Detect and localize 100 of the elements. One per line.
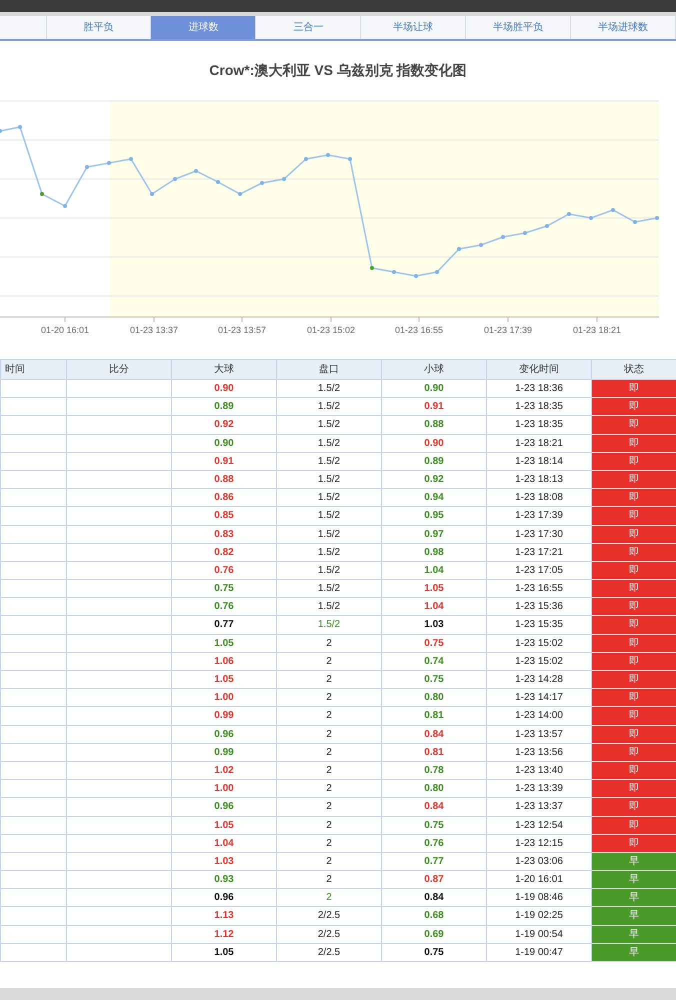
over-odds: 0.96 — [214, 801, 234, 812]
over-odds: 0.88 — [214, 474, 234, 485]
change-time: 1-23 15:02 — [515, 638, 563, 649]
under-odds: 0.77 — [424, 856, 444, 867]
under-odds: 0.90 — [424, 438, 444, 449]
column-header: 状态 — [592, 360, 676, 380]
status-badge: 即 — [592, 634, 676, 653]
under-odds: 0.74 — [424, 656, 444, 667]
handicap-line: 2 — [326, 801, 332, 812]
column-header: 比分 — [67, 360, 172, 380]
handicap-line: 1.5/2 — [318, 546, 340, 558]
change-time: 1-23 13:40 — [515, 764, 563, 776]
change-time: 1-23 17:21 — [515, 546, 563, 558]
status-badge: 早 — [592, 852, 676, 872]
under-odds: 0.95 — [424, 510, 444, 522]
status-badge: 早 — [592, 944, 676, 962]
change-time: 1-23 16:55 — [515, 583, 563, 594]
change-time: 1-23 18:21 — [515, 438, 563, 449]
change-time: 1-23 17:05 — [515, 564, 563, 576]
column-header: 时间 — [1, 360, 67, 380]
status-badge: 早 — [592, 871, 676, 890]
over-odds: 1.04 — [214, 838, 234, 849]
change-time: 1-23 15:36 — [515, 601, 563, 612]
under-odds: 1.05 — [424, 583, 444, 594]
status-badge: 即 — [592, 689, 676, 708]
axis-label: 01-23 17:39 — [484, 324, 532, 337]
over-odds: 0.91 — [214, 456, 234, 467]
under-odds: 0.84 — [424, 801, 444, 812]
tab[interactable]: 半场让球 — [361, 16, 466, 39]
over-odds: 0.90 — [214, 438, 234, 449]
over-odds: 1.12 — [214, 928, 234, 940]
over-odds: 1.05 — [214, 674, 234, 685]
column-header: 盘口 — [277, 360, 382, 380]
status-badge: 即 — [592, 652, 676, 671]
over-odds: 1.06 — [214, 656, 234, 667]
status-badge: 即 — [592, 380, 676, 398]
status-badge: 即 — [592, 544, 676, 562]
handicap-line: 1.5/2 — [318, 619, 340, 630]
under-odds: 0.75 — [424, 638, 444, 649]
over-odds: 0.92 — [214, 419, 234, 430]
status-badge: 即 — [592, 452, 676, 471]
axis-label: 01-23 13:57 — [218, 324, 266, 337]
under-odds: 0.76 — [424, 838, 444, 849]
status-badge: 即 — [592, 598, 676, 616]
over-odds: 0.99 — [214, 710, 234, 722]
change-time: 1-23 14:28 — [515, 674, 563, 685]
tab[interactable]: 半场进球数 — [571, 16, 676, 39]
change-time: 1-23 18:35 — [515, 419, 563, 430]
change-time: 1-23 15:02 — [515, 656, 563, 667]
under-odds: 0.81 — [424, 710, 444, 722]
over-odds: 1.05 — [214, 820, 234, 830]
change-time: 1-23 18:08 — [515, 492, 563, 504]
status-badge: 早 — [592, 889, 676, 908]
handicap-line: 1.5/2 — [318, 601, 340, 612]
change-time: 1-19 02:25 — [515, 910, 563, 922]
status-badge: 即 — [592, 434, 676, 453]
over-odds: 0.86 — [214, 492, 234, 504]
over-odds: 1.00 — [214, 783, 234, 794]
handicap-line: 1.5/2 — [318, 510, 340, 522]
handicap-line: 1.5/2 — [318, 474, 340, 485]
under-odds: 0.87 — [424, 874, 444, 886]
handicap-line: 2 — [326, 656, 332, 667]
axis-label: 01-20 16:01 — [40, 324, 90, 337]
tab[interactable]: 三合一 — [256, 16, 362, 39]
change-time: 1-23 13:56 — [515, 746, 563, 758]
tab[interactable]: 半场胜平负 — [466, 16, 572, 39]
over-odds: 0.96 — [214, 728, 234, 740]
change-time: 1-19 00:47 — [515, 946, 563, 958]
handicap-line: 2 — [326, 710, 332, 722]
handicap-line: 1.5/2 — [318, 401, 340, 412]
status-badge: 即 — [592, 416, 676, 435]
column-header: 大球 — [172, 360, 277, 380]
under-odds: 0.89 — [424, 456, 444, 467]
over-odds: 0.76 — [214, 564, 234, 576]
tab[interactable]: 进球数 — [151, 16, 256, 39]
over-odds: 1.00 — [214, 692, 234, 704]
status-badge: 即 — [592, 526, 676, 544]
status-badge: 即 — [592, 762, 676, 780]
change-time: 1-23 14:17 — [515, 692, 563, 704]
handicap-line: 1.5/2 — [318, 383, 340, 394]
handicap-line: 1.5/2 — [318, 564, 340, 576]
under-odds: 1.04 — [424, 564, 444, 576]
under-odds: 0.90 — [424, 383, 444, 394]
change-time: 1-23 18:36 — [515, 383, 563, 394]
handicap-line: 1.5/2 — [318, 456, 340, 467]
over-odds: 0.75 — [214, 583, 234, 594]
over-odds: 1.05 — [214, 946, 234, 958]
change-time: 1-23 18:14 — [515, 456, 563, 467]
under-odds: 0.78 — [424, 764, 444, 776]
handicap-line: 1.5/2 — [318, 583, 340, 594]
column-header: 小球 — [382, 360, 487, 380]
under-odds: 0.84 — [424, 728, 444, 740]
status-badge: 即 — [592, 707, 676, 726]
change-time: 1-23 13:37 — [515, 801, 563, 812]
handicap-line: 2 — [326, 746, 332, 758]
under-odds: 0.98 — [424, 546, 444, 558]
over-odds: 1.13 — [214, 910, 234, 922]
handicap-line: 2 — [326, 728, 332, 740]
over-odds: 0.93 — [214, 874, 234, 886]
over-odds: 1.05 — [214, 638, 234, 649]
